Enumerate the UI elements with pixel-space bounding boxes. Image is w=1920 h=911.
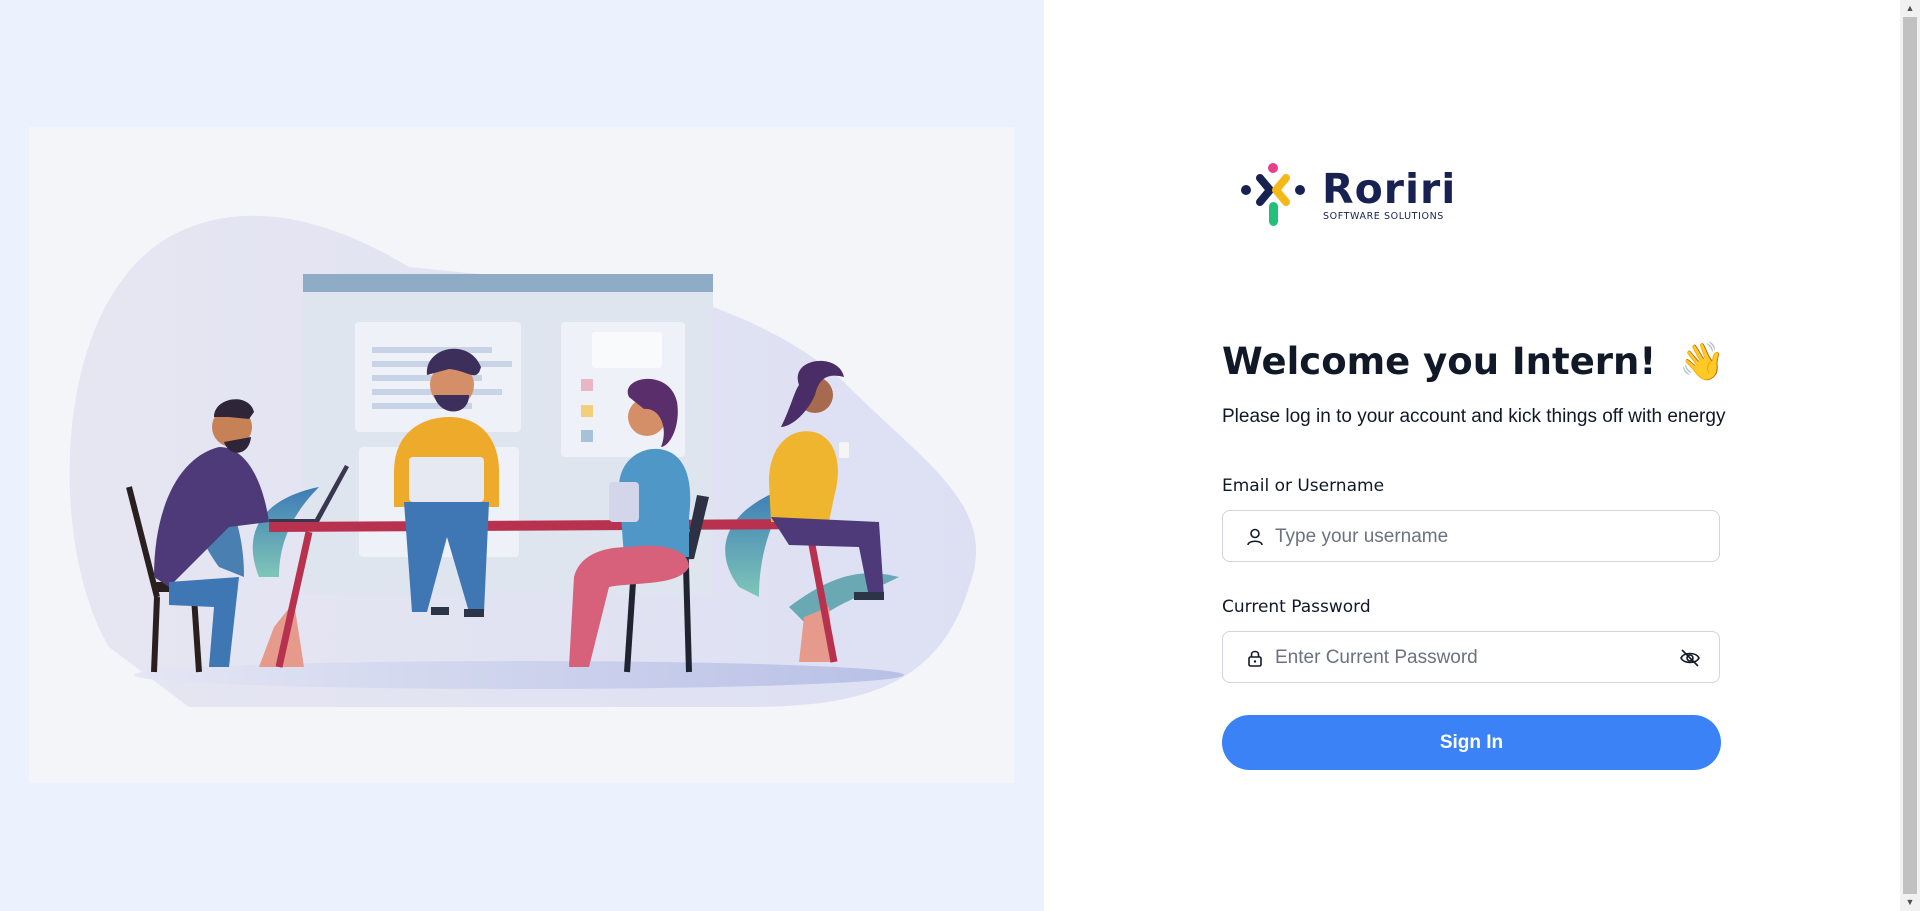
welcome-title-text: Welcome you Intern! (1222, 340, 1657, 383)
sign-in-button[interactable]: Sign In (1222, 715, 1721, 770)
brand-logo: Roriri SOFTWARE SOLUTIONS (1234, 160, 1494, 232)
username-field[interactable] (1222, 510, 1720, 562)
welcome-subtitle: Please log in to your account and kick t… (1222, 406, 1726, 427)
brand-name: Roriri (1322, 165, 1457, 213)
login-panel (1044, 0, 1900, 911)
username-input[interactable] (1273, 512, 1657, 562)
username-label: Email or Username (1222, 476, 1385, 496)
team-working-illustration (29, 127, 1014, 783)
eye-off-icon[interactable] (1679, 647, 1701, 669)
brand-tagline: SOFTWARE SOLUTIONS (1323, 211, 1444, 222)
scroll-up-arrow-icon[interactable]: ▲ (1900, 0, 1920, 17)
scrollbar-thumb[interactable] (1903, 17, 1917, 894)
waving-hand-icon: 👋 (1679, 340, 1726, 383)
illustration-panel (0, 0, 1044, 911)
scroll-down-arrow-icon[interactable]: ▼ (1900, 894, 1920, 911)
password-field[interactable] (1222, 631, 1720, 683)
password-input[interactable] (1273, 633, 1657, 683)
roriri-logo-icon (1241, 163, 1305, 226)
page-scrollbar[interactable]: ▲ ▼ (1900, 0, 1920, 911)
welcome-title: Welcome you Intern! 👋 (1222, 340, 1782, 384)
password-label: Current Password (1222, 597, 1371, 617)
lock-icon (1248, 650, 1262, 667)
user-icon (1247, 528, 1263, 546)
